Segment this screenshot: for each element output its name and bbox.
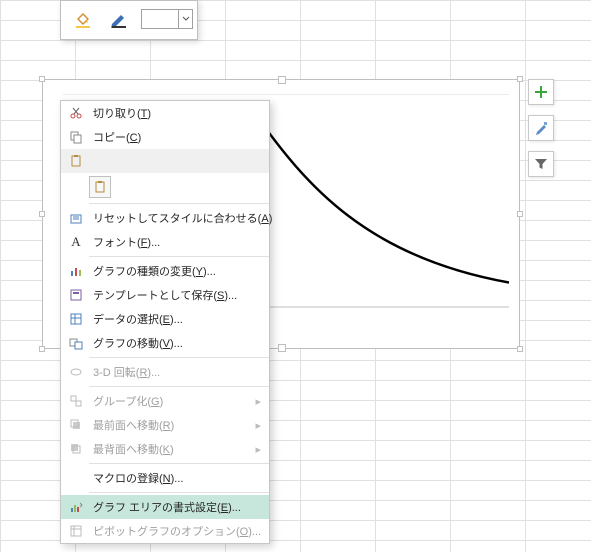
rotate-3d-icon xyxy=(65,363,87,381)
chart-filters-button[interactable] xyxy=(528,151,554,177)
chart-element-dropdown[interactable] xyxy=(141,9,193,29)
menu-reset-style[interactable]: リセットしてスタイルに合わせる(A) xyxy=(61,206,269,230)
separator xyxy=(89,357,269,358)
menu-format-chart-area[interactable]: グラフ エリアの書式設定(E)... xyxy=(61,495,269,519)
submenu-arrow-icon: ▸ xyxy=(255,419,261,432)
menu-move-chart[interactable]: グラフの移動(V)... xyxy=(61,331,269,355)
pivot-icon xyxy=(65,522,87,540)
menu-label: グループ化(G) xyxy=(87,393,163,409)
resize-handle[interactable] xyxy=(517,211,523,217)
resize-handle[interactable] xyxy=(39,211,45,217)
select-data-icon xyxy=(65,310,87,328)
clipboard-icon xyxy=(65,152,87,170)
context-menu: 切り取り(T) コピー(C) リセットしてスタイルに合わせる(A) A フォント… xyxy=(60,100,270,544)
separator xyxy=(89,203,269,204)
blank-icon xyxy=(65,469,87,487)
menu-select-data[interactable]: データの選択(E)... xyxy=(61,307,269,331)
paste-icon xyxy=(89,176,111,198)
menu-copy[interactable]: コピー(C) xyxy=(61,125,269,149)
fill-button[interactable] xyxy=(65,5,101,35)
menu-3d-rotate: 3-D 回転(R)... xyxy=(61,360,269,384)
resize-handle[interactable] xyxy=(517,346,523,352)
move-chart-icon xyxy=(65,334,87,352)
separator xyxy=(89,386,269,387)
menu-label: ピボットグラフのオプション(O)... xyxy=(87,523,261,539)
menu-font[interactable]: A フォント(F)... xyxy=(61,230,269,254)
font-icon: A xyxy=(65,233,87,251)
menu-label: グラフの種類の変更(Y)... xyxy=(87,263,216,279)
menu-label: 最前面へ移動(R) xyxy=(87,417,174,433)
pen-icon xyxy=(107,7,131,31)
send-back-icon xyxy=(65,440,87,458)
separator xyxy=(89,463,269,464)
scissors-icon xyxy=(65,104,87,122)
paint-bucket-icon xyxy=(71,7,95,31)
chart-side-buttons xyxy=(528,79,554,187)
menu-label: グラフ エリアの書式設定(E)... xyxy=(87,499,241,515)
separator xyxy=(89,492,269,493)
menu-paste-option[interactable] xyxy=(61,173,269,201)
menu-paste-options-header xyxy=(61,149,269,173)
menu-change-chart-type[interactable]: グラフの種類の変更(Y)... xyxy=(61,259,269,283)
submenu-arrow-icon: ▸ xyxy=(255,443,261,456)
menu-label: フォント(F)... xyxy=(87,234,160,250)
menu-save-template[interactable]: テンプレートとして保存(S)... xyxy=(61,283,269,307)
menu-group: グループ化(G) ▸ xyxy=(61,389,269,413)
template-icon xyxy=(65,286,87,304)
bring-front-icon xyxy=(65,416,87,434)
format-area-icon xyxy=(65,498,87,516)
resize-handle[interactable] xyxy=(39,346,45,352)
chart-elements-button[interactable] xyxy=(528,79,554,105)
menu-bring-front: 最前面へ移動(R) ▸ xyxy=(61,413,269,437)
menu-send-back: 最背面へ移動(K) ▸ xyxy=(61,437,269,461)
resize-handle[interactable] xyxy=(517,76,523,82)
menu-label: 最背面へ移動(K) xyxy=(87,441,174,457)
menu-pivot-chart-options: ピボットグラフのオプション(O)... xyxy=(61,519,269,543)
menu-cut[interactable]: 切り取り(T) xyxy=(61,101,269,125)
menu-label: グラフの移動(V)... xyxy=(87,335,183,351)
menu-label: マクロの登録(N)... xyxy=(87,470,183,486)
group-icon xyxy=(65,392,87,410)
reset-icon xyxy=(65,209,87,227)
chart-type-icon xyxy=(65,262,87,280)
mini-toolbar xyxy=(60,0,198,40)
menu-label: リセットしてスタイルに合わせる(A) xyxy=(87,210,272,226)
separator xyxy=(89,256,269,257)
outline-button[interactable] xyxy=(101,5,137,35)
menu-label: データの選択(E)... xyxy=(87,311,183,327)
chart-styles-button[interactable] xyxy=(528,115,554,141)
plus-icon xyxy=(534,85,548,99)
chevron-down-icon xyxy=(178,10,192,28)
submenu-arrow-icon: ▸ xyxy=(255,395,261,408)
resize-handle[interactable] xyxy=(39,76,45,82)
menu-assign-macro[interactable]: マクロの登録(N)... xyxy=(61,466,269,490)
brush-icon xyxy=(534,121,548,135)
funnel-icon xyxy=(534,157,548,171)
menu-label: 3-D 回転(R)... xyxy=(87,364,160,380)
copy-icon xyxy=(65,128,87,146)
menu-label: 切り取り(T) xyxy=(87,105,151,121)
menu-label: コピー(C) xyxy=(87,129,141,145)
menu-label: テンプレートとして保存(S)... xyxy=(87,287,237,303)
